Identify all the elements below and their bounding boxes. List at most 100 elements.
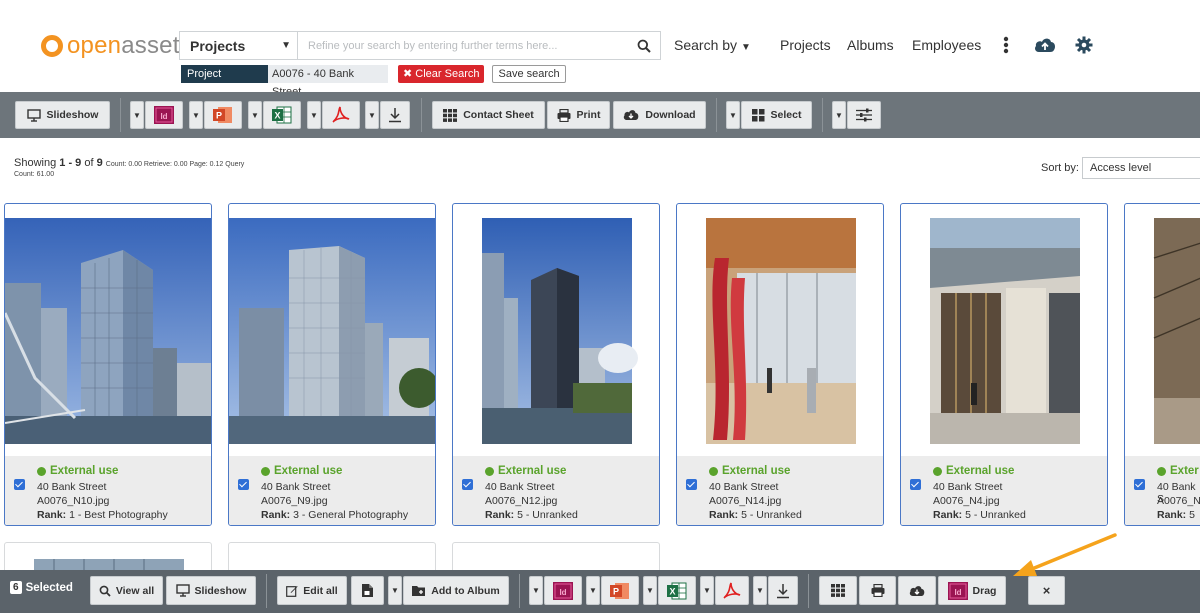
export-download-button[interactable] bbox=[768, 576, 798, 605]
pdf-dropdown[interactable]: ▼ bbox=[700, 576, 714, 605]
asset-select-checkbox[interactable] bbox=[14, 479, 25, 490]
printer-icon bbox=[871, 584, 884, 597]
openasset-app: openasset Projects ▼ Project A0076 - 40 … bbox=[0, 0, 1200, 613]
pdf-icon bbox=[723, 582, 741, 599]
indesign-icon: Id bbox=[553, 581, 573, 600]
download-format-dropdown[interactable]: ▼ bbox=[365, 101, 379, 129]
add-to-album-button[interactable]: Add to Album bbox=[403, 576, 509, 605]
download-arrow-icon bbox=[389, 108, 401, 123]
toolbar-divider bbox=[266, 574, 267, 608]
select-dropdown[interactable]: ▼ bbox=[726, 101, 740, 129]
asset-select-checkbox[interactable] bbox=[238, 479, 249, 490]
album-dropdown[interactable]: ▼ bbox=[388, 576, 402, 605]
download-format-dropdown[interactable]: ▼ bbox=[753, 576, 767, 605]
nav-employees[interactable]: Employees bbox=[912, 37, 981, 53]
excel-dropdown[interactable]: ▼ bbox=[248, 101, 262, 129]
save-search-button[interactable]: Save search bbox=[492, 65, 566, 83]
search-input[interactable] bbox=[298, 32, 628, 59]
indesign-export-button[interactable]: Id bbox=[544, 576, 582, 605]
contact-sheet-button[interactable]: Contact Sheet bbox=[432, 101, 545, 129]
asset-thumbnail-image[interactable] bbox=[901, 218, 1107, 444]
excel-export-button[interactable]: X bbox=[658, 576, 696, 605]
search-scope-select[interactable]: Projects ▼ bbox=[180, 32, 298, 59]
select-button[interactable]: Select bbox=[741, 101, 812, 129]
contact-sheet-button[interactable] bbox=[819, 576, 857, 605]
clear-search-button[interactable]: ✖ Clear Search bbox=[398, 65, 485, 83]
caret-down-icon: ▼ bbox=[703, 586, 711, 595]
powerpoint-dropdown[interactable]: ▼ bbox=[586, 576, 600, 605]
powerpoint-dropdown[interactable]: ▼ bbox=[189, 101, 203, 129]
indesign-dropdown[interactable]: ▼ bbox=[130, 101, 144, 129]
asset-rank-value: 5 - Unranked bbox=[965, 509, 1026, 521]
svg-text:X: X bbox=[274, 111, 280, 121]
print-button[interactable]: Print bbox=[547, 101, 610, 129]
pdf-export-button[interactable] bbox=[715, 576, 749, 605]
download-button[interactable]: Download bbox=[613, 101, 706, 129]
edit-pencil-icon bbox=[286, 585, 298, 597]
powerpoint-export-button[interactable]: P bbox=[601, 576, 639, 605]
edit-all-button[interactable]: Edit all bbox=[277, 576, 347, 605]
asset-filename: A0076_N10.jpg bbox=[37, 495, 110, 507]
powerpoint-export-button[interactable]: P bbox=[204, 101, 242, 129]
access-status-label: External use bbox=[274, 465, 343, 477]
asset-card[interactable]: Exter 40 Bank S A0076_N Rank: 5 bbox=[1124, 203, 1200, 526]
select-grid-icon bbox=[751, 108, 765, 121]
asset-select-checkbox[interactable] bbox=[910, 479, 921, 490]
asset-thumbnail-image[interactable] bbox=[5, 218, 211, 444]
asset-thumbnail-image[interactable] bbox=[1125, 218, 1200, 444]
slideshow-selected-button[interactable]: Slideshow bbox=[166, 576, 256, 605]
asset-filename: A0076_N bbox=[1157, 495, 1200, 507]
contact-sheet-label: Contact Sheet bbox=[463, 109, 534, 121]
indesign-export-button[interactable]: Id bbox=[145, 101, 183, 129]
asset-rank: Rank: 3 - General Photography bbox=[261, 509, 408, 521]
asset-rank: Rank: 5 - Unranked bbox=[485, 509, 578, 521]
display-options-dropdown[interactable]: ▼ bbox=[832, 101, 846, 129]
indesign-dropdown[interactable]: ▼ bbox=[529, 576, 543, 605]
status-dot-icon bbox=[485, 466, 494, 476]
view-all-button[interactable]: View all bbox=[90, 576, 163, 605]
svg-text:Id: Id bbox=[559, 588, 566, 597]
excel-dropdown[interactable]: ▼ bbox=[643, 576, 657, 605]
download-button[interactable] bbox=[898, 576, 936, 605]
excel-export-button[interactable]: X bbox=[263, 101, 301, 129]
results-summary: Showing 1 - 9 of 9 Count: 0.00 Retrieve:… bbox=[14, 157, 244, 169]
asset-select-checkbox[interactable] bbox=[686, 479, 697, 490]
sort-by-select[interactable]: Access level bbox=[1082, 157, 1200, 179]
asset-select-checkbox[interactable] bbox=[462, 479, 473, 490]
asset-card[interactable]: External use 40 Bank Street A0076_N9.jpg… bbox=[228, 203, 436, 526]
slideshow-label: Slideshow bbox=[46, 109, 99, 121]
file-options-button[interactable] bbox=[351, 576, 384, 605]
svg-text:P: P bbox=[216, 111, 222, 121]
search-button[interactable] bbox=[628, 32, 660, 59]
export-download-button[interactable] bbox=[380, 101, 410, 129]
asset-card[interactable]: External use 40 Bank Street A0076_N10.jp… bbox=[4, 203, 212, 526]
drag-button[interactable]: Id Drag bbox=[938, 576, 1006, 605]
asset-card[interactable]: External use 40 Bank Street A0076_N12.jp… bbox=[452, 203, 660, 526]
asset-card[interactable]: External use 40 Bank Street A0076_N4.jpg… bbox=[900, 203, 1108, 526]
nav-albums[interactable]: Albums bbox=[847, 37, 894, 53]
caret-down-icon: ▼ bbox=[192, 110, 200, 120]
asset-project: 40 Bank Street bbox=[933, 481, 1003, 493]
powerpoint-icon: P bbox=[213, 107, 232, 123]
nav-projects[interactable]: Projects bbox=[780, 37, 831, 53]
search-bar: Projects ▼ bbox=[179, 31, 661, 60]
excel-icon: X bbox=[667, 582, 687, 599]
pdf-export-button[interactable] bbox=[322, 101, 360, 129]
pdf-dropdown[interactable]: ▼ bbox=[307, 101, 321, 129]
upload-cloud-icon[interactable] bbox=[1034, 36, 1056, 59]
nav-search-by[interactable]: Search by ▼ bbox=[674, 37, 751, 53]
display-options-button[interactable] bbox=[847, 101, 881, 129]
settings-gear-icon[interactable] bbox=[1075, 36, 1093, 59]
close-selection-button[interactable]: × bbox=[1028, 576, 1065, 605]
asset-card-meta: External use 40 Bank Street A0076_N14.jp… bbox=[677, 456, 883, 525]
slideshow-button[interactable]: Slideshow bbox=[15, 101, 110, 129]
more-menu-icon[interactable] bbox=[1001, 36, 1011, 56]
asset-thumbnail-image[interactable] bbox=[453, 218, 659, 444]
asset-select-checkbox[interactable] bbox=[1134, 479, 1145, 490]
asset-thumbnail-image[interactable] bbox=[229, 218, 435, 444]
search-icon bbox=[637, 39, 651, 53]
asset-card[interactable]: External use 40 Bank Street A0076_N14.jp… bbox=[676, 203, 884, 526]
asset-thumbnail-image[interactable] bbox=[677, 218, 883, 444]
print-button[interactable] bbox=[859, 576, 896, 605]
openasset-logo[interactable]: openasset bbox=[41, 32, 180, 60]
